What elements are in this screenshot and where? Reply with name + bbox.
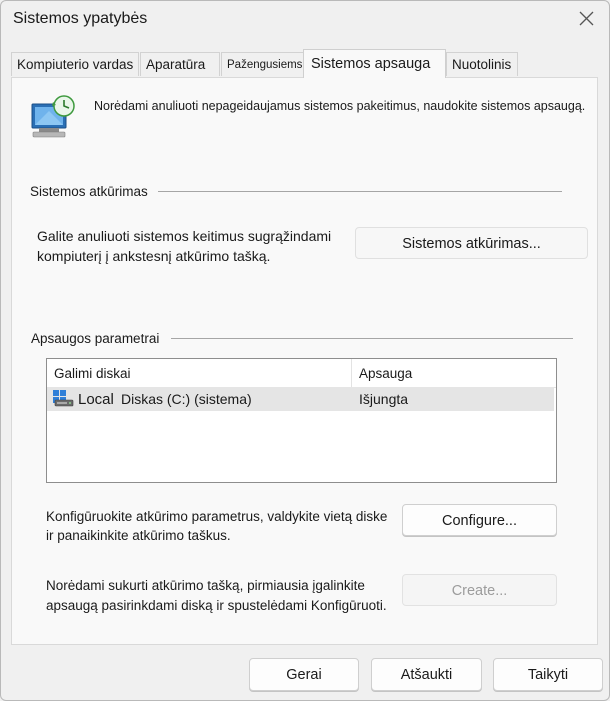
title-bar: Sistemos ypatybės: [1, 1, 609, 39]
drives-list[interactable]: Galimi diskai Apsauga Local Diskas (C:) …: [46, 358, 557, 483]
column-protection[interactable]: Apsauga: [352, 359, 552, 387]
tab-computer-name[interactable]: Kompiuterio vardas: [11, 52, 139, 76]
column-available-drives[interactable]: Galimi diskai: [47, 359, 351, 387]
create-button[interactable]: Create...: [402, 574, 557, 606]
window-title: Sistemos ypatybės: [13, 10, 148, 27]
drives-list-header: Galimi diskai Apsauga: [47, 359, 556, 388]
protection-group-line: [171, 338, 573, 339]
configure-button[interactable]: Configure...: [402, 504, 557, 536]
apply-button[interactable]: Taikyti: [493, 658, 603, 691]
drive-name: Diskas (C:) (sistema): [121, 391, 252, 407]
drive-protection-status: Išjungta: [359, 391, 409, 407]
cancel-button[interactable]: Atšaukti: [371, 658, 482, 691]
configure-description-line1: Konfigūruokite atkūrimo parametrus, vald…: [46, 509, 388, 524]
configure-description-line2: ir panaikinkite atkūrimo taškus.: [46, 528, 231, 543]
close-button[interactable]: [571, 5, 601, 31]
protection-group-title: Apsaugos parametrai: [31, 331, 162, 346]
intro-text: Norėdami anuliuoti nepageidaujamus siste…: [94, 99, 586, 113]
restore-description-line2: kompiuterį į ankstesnį atkūrimo tašką.: [37, 248, 271, 264]
table-row[interactable]: Local Diskas (C:) (sistema) Išjungta: [47, 387, 554, 411]
tab-system-protection[interactable]: Sistemos apsauga: [303, 49, 446, 78]
create-description-line2: apsaugą pasirinkdami diską ir spustelėda…: [46, 598, 387, 613]
system-properties-window: Sistemos ypatybės Kompiuterio vardas Apa…: [0, 0, 610, 701]
restore-group-title: Sistemos atkūrimas: [30, 184, 150, 199]
system-restore-button[interactable]: Sistemos atkūrimas...: [355, 227, 588, 259]
system-protection-icon: [31, 95, 75, 138]
tab-strip: Kompiuterio vardas Aparatūra Pažengusiem…: [1, 49, 609, 78]
close-icon: [579, 11, 594, 26]
tab-advanced[interactable]: Pažengusiems: [221, 52, 304, 76]
tab-remote[interactable]: Nuotolinis: [446, 52, 518, 76]
restore-group-line: [158, 191, 562, 192]
drive-icon: [53, 390, 74, 407]
tab-hardware[interactable]: Aparatūra: [140, 52, 220, 76]
drive-prefix: Local: [78, 391, 114, 408]
ok-button[interactable]: Gerai: [249, 658, 359, 691]
create-description-line1: Norėdami sukurti atkūrimo tašką, pirmiau…: [46, 578, 365, 593]
restore-description-line1: Galite anuliuoti sistemos keitimus sugrą…: [37, 228, 332, 244]
